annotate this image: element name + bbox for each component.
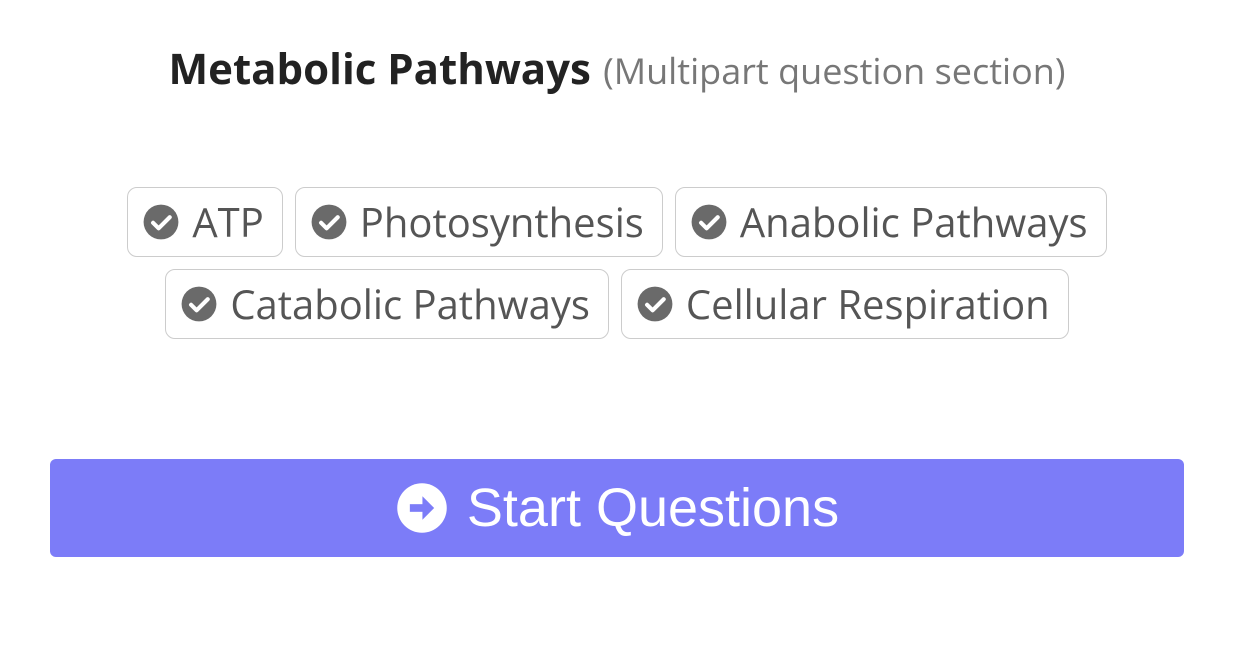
arrow-right-circle-icon [395, 481, 449, 535]
topic-tag-photosynthesis[interactable]: Photosynthesis [295, 187, 663, 257]
topic-tag-label: Photosynthesis [360, 198, 644, 246]
section-title: Metabolic Pathways [169, 40, 591, 97]
topic-tag-atp[interactable]: ATP [127, 187, 282, 257]
section-subtitle: (Multipart question section) [603, 46, 1065, 95]
topic-tags-container: ATP Photosynthesis Anabolic Pathways Cat… [50, 187, 1184, 339]
start-questions-label: Start Questions [467, 481, 839, 535]
check-circle-icon [636, 285, 674, 323]
check-circle-icon [310, 203, 348, 241]
topic-tag-label: Anabolic Pathways [740, 198, 1088, 246]
topic-tag-catabolic-pathways[interactable]: Catabolic Pathways [165, 269, 609, 339]
topic-tag-anabolic-pathways[interactable]: Anabolic Pathways [675, 187, 1107, 257]
topic-tag-label: Catabolic Pathways [230, 280, 590, 328]
check-circle-icon [690, 203, 728, 241]
start-questions-button[interactable]: Start Questions [50, 459, 1184, 557]
topic-tag-cellular-respiration[interactable]: Cellular Respiration [621, 269, 1069, 339]
topic-tag-label: Cellular Respiration [686, 280, 1050, 328]
check-circle-icon [180, 285, 218, 323]
topic-tag-label: ATP [192, 198, 263, 246]
section-header: Metabolic Pathways (Multipart question s… [50, 40, 1184, 97]
check-circle-icon [142, 203, 180, 241]
